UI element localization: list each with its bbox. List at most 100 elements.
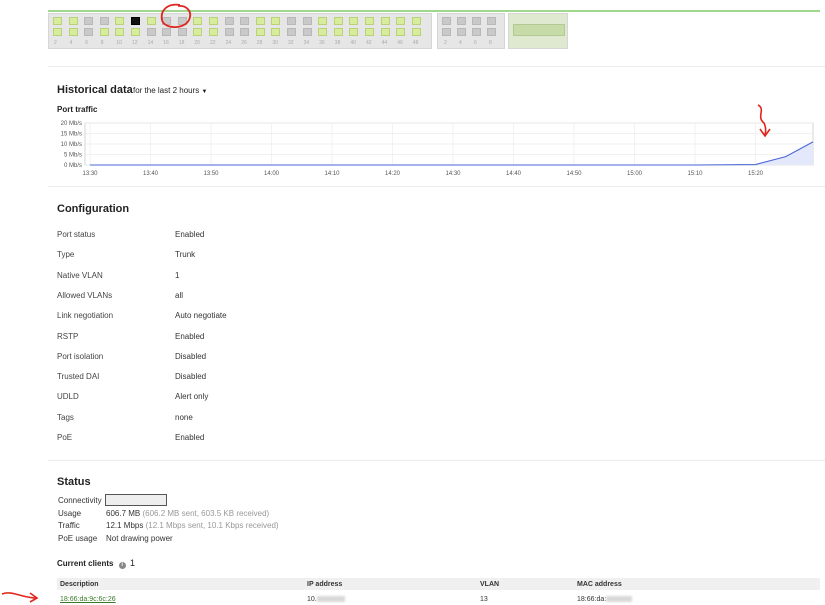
sfp-number: 4 bbox=[459, 40, 462, 46]
info-icon[interactable]: i bbox=[118, 562, 126, 569]
switch-port[interactable] bbox=[271, 28, 281, 36]
port-number: 4 bbox=[69, 40, 73, 46]
switch-port[interactable] bbox=[396, 17, 406, 25]
switch-port[interactable] bbox=[99, 17, 109, 25]
switch-port[interactable] bbox=[84, 28, 94, 36]
switch-port[interactable] bbox=[380, 28, 390, 36]
x-tick-label: 14:10 bbox=[324, 171, 340, 177]
poe-usage-label: PoE usage bbox=[58, 534, 98, 543]
port-number: 22 bbox=[210, 40, 216, 46]
sfp-port[interactable] bbox=[457, 28, 466, 36]
switch-port[interactable] bbox=[224, 28, 234, 36]
col-vlan[interactable]: VLAN bbox=[480, 581, 499, 588]
annotation-arrow bbox=[1, 592, 39, 603]
switch-port[interactable] bbox=[240, 28, 250, 36]
switch-port[interactable] bbox=[146, 17, 156, 25]
x-tick-label: 14:00 bbox=[264, 171, 280, 177]
switch-port[interactable] bbox=[209, 28, 218, 36]
usage-detail: (606.2 MB sent, 603.5 KB received) bbox=[142, 509, 270, 518]
y-tick-label: 5 Mb/s bbox=[64, 153, 82, 159]
port-number: 40 bbox=[350, 40, 356, 46]
switch-port[interactable] bbox=[53, 17, 62, 25]
client-ip-text: 10. bbox=[307, 596, 317, 603]
time-range-label: for the last 2 hours bbox=[133, 86, 200, 95]
x-tick-label: 14:40 bbox=[506, 171, 522, 177]
client-ip: 10. bbox=[307, 596, 345, 603]
switch-port[interactable] bbox=[68, 17, 78, 25]
switch-port[interactable] bbox=[131, 28, 140, 36]
port-number: 30 bbox=[272, 40, 278, 46]
config-value: Disabled bbox=[175, 372, 207, 382]
switch-port[interactable] bbox=[287, 17, 296, 25]
switch-port[interactable] bbox=[380, 17, 390, 25]
chevron-down-icon: ▼ bbox=[201, 89, 208, 95]
switch-port-active[interactable] bbox=[131, 17, 140, 25]
port-number: 24 bbox=[225, 40, 232, 46]
y-tick-label: 20 Mb/s bbox=[61, 121, 82, 127]
divider bbox=[48, 460, 825, 461]
sfp-port[interactable] bbox=[487, 28, 496, 36]
sfp-port[interactable] bbox=[487, 17, 496, 25]
switch-port[interactable] bbox=[209, 17, 218, 25]
col-description[interactable]: Description bbox=[60, 581, 99, 588]
sfp-port[interactable] bbox=[472, 28, 481, 36]
x-tick-label: 13:50 bbox=[203, 171, 219, 177]
traffic-amount: 12.1 Mbps bbox=[106, 521, 144, 530]
col-mac-address[interactable]: MAC address bbox=[577, 581, 622, 588]
client-mac: 18:66:da: bbox=[577, 596, 633, 603]
switch-port[interactable] bbox=[287, 28, 296, 36]
switch-port[interactable] bbox=[99, 28, 109, 36]
traffic-value: 12.1 Mbps (12.1 Mbps sent, 10.1 Kbps rec… bbox=[106, 521, 279, 530]
sfp-port[interactable] bbox=[472, 17, 481, 25]
switch-sfp-panel: 2 4 6 8 bbox=[437, 13, 505, 49]
switch-port[interactable] bbox=[115, 28, 125, 36]
time-range-dropdown[interactable]: for the last 2 hours ▼ bbox=[133, 86, 207, 95]
switch-port[interactable] bbox=[146, 28, 156, 36]
clients-table-header bbox=[57, 578, 820, 590]
sfp-port[interactable] bbox=[457, 17, 466, 25]
switch-port[interactable] bbox=[302, 17, 312, 25]
switch-port[interactable] bbox=[115, 17, 125, 25]
switch-port[interactable] bbox=[302, 28, 312, 36]
switch-port[interactable] bbox=[411, 28, 421, 36]
port-number: 36 bbox=[319, 40, 325, 46]
switch-port[interactable] bbox=[240, 17, 250, 25]
switch-port-panel: 2 4 6 8 10 12 14 16 18 20 22 24 26 28 30 32 34 36 38 40 42 44… bbox=[48, 13, 432, 49]
switch-port[interactable] bbox=[318, 17, 328, 25]
switch-port[interactable] bbox=[349, 28, 359, 36]
client-count: 1 bbox=[129, 558, 135, 568]
switch-port[interactable] bbox=[255, 17, 265, 25]
x-tick-label: 15:10 bbox=[687, 171, 703, 177]
switch-port[interactable] bbox=[333, 17, 343, 25]
x-tick-label: 14:50 bbox=[566, 171, 582, 177]
switch-port[interactable] bbox=[396, 28, 406, 36]
config-value: Disabled bbox=[175, 351, 207, 361]
switch-port[interactable] bbox=[68, 28, 78, 36]
port-number: 46 bbox=[397, 40, 403, 46]
connectivity-indicator bbox=[105, 494, 167, 506]
switch-port[interactable] bbox=[84, 17, 94, 25]
switch-port[interactable] bbox=[411, 17, 421, 25]
port-number: 34 bbox=[303, 40, 310, 46]
switch-port[interactable] bbox=[365, 28, 374, 36]
switch-port[interactable] bbox=[349, 17, 359, 25]
switch-port[interactable] bbox=[333, 28, 343, 36]
switch-port[interactable] bbox=[271, 17, 281, 25]
switch-port[interactable] bbox=[365, 17, 374, 25]
switch-uplink-panel bbox=[508, 13, 568, 49]
configuration-title: Configuration bbox=[57, 203, 130, 215]
switch-port[interactable] bbox=[53, 28, 62, 36]
sfp-port[interactable] bbox=[442, 17, 451, 25]
switch-port[interactable] bbox=[255, 28, 265, 36]
port-number: 48 bbox=[412, 40, 419, 46]
client-vlan: 13 bbox=[480, 596, 488, 603]
sfp-port[interactable] bbox=[442, 28, 451, 36]
config-label: Port isolation bbox=[57, 351, 104, 361]
sfp-number: 8 bbox=[489, 40, 492, 46]
col-ip-address[interactable]: IP address bbox=[307, 581, 342, 588]
switch-port[interactable] bbox=[224, 17, 234, 25]
usage-amount: 606.7 MB bbox=[106, 509, 141, 518]
redacted-block bbox=[316, 596, 345, 603]
switch-port[interactable] bbox=[318, 28, 328, 36]
client-description-link[interactable]: 18:66:da:9c:6c:26 bbox=[60, 596, 116, 603]
